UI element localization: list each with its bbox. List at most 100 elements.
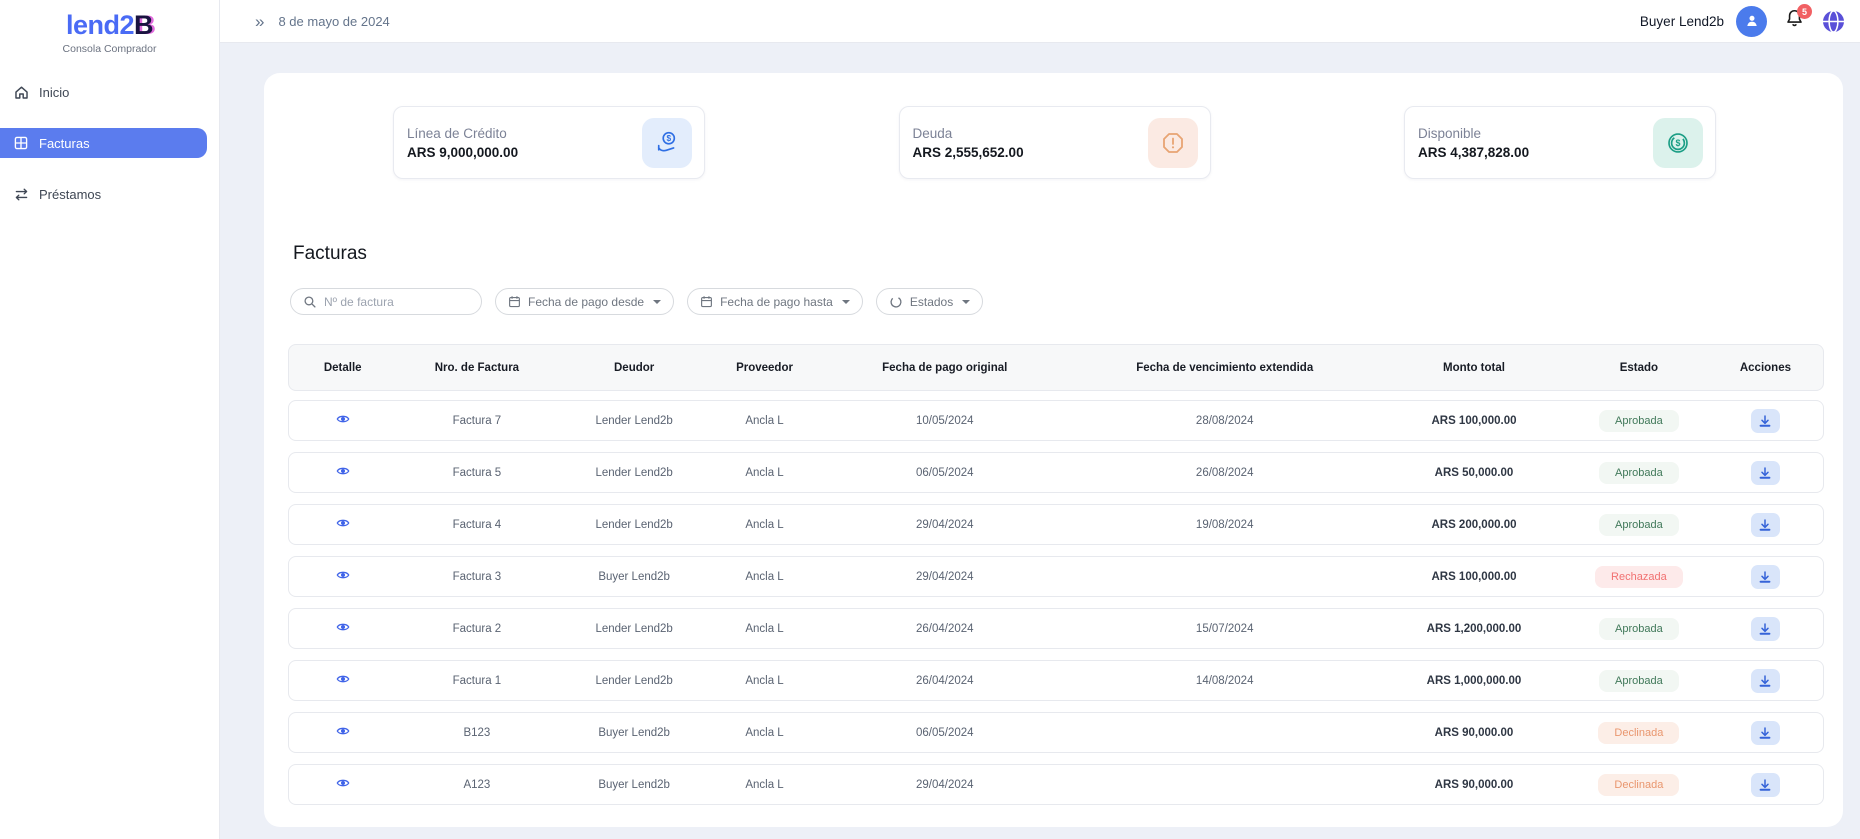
view-detail-button[interactable] bbox=[336, 464, 350, 478]
actions-cell bbox=[1708, 565, 1823, 589]
actions-cell bbox=[1708, 773, 1823, 797]
notification-badge: 5 bbox=[1797, 4, 1812, 19]
sidebar-item-label: Préstamos bbox=[39, 187, 101, 202]
download-button[interactable] bbox=[1751, 669, 1780, 693]
original-pay-date: 10/05/2024 bbox=[818, 415, 1071, 427]
invoice-number: Factura 7 bbox=[396, 415, 557, 427]
states-filter[interactable]: Estados bbox=[876, 288, 983, 315]
download-icon bbox=[1758, 466, 1772, 480]
invoice-number: Factura 5 bbox=[396, 467, 557, 479]
download-button[interactable] bbox=[1751, 565, 1780, 589]
invoices-table: Detalle Nro. de Factura Deudor Proveedor… bbox=[288, 344, 1824, 805]
chevron-down-icon bbox=[842, 300, 850, 304]
actions-cell bbox=[1708, 669, 1823, 693]
sidebar-item-prestamos[interactable]: Préstamos bbox=[0, 179, 219, 209]
table-row: Factura 4 Lender Lend2b Ancla L 29/04/20… bbox=[288, 504, 1824, 545]
grid-icon bbox=[12, 134, 30, 152]
eye-icon bbox=[336, 568, 350, 582]
available-card: Disponible ARS 4,387,828.00 $ bbox=[1404, 106, 1716, 179]
view-detail-button[interactable] bbox=[336, 776, 350, 790]
debtor: Buyer Lend2b bbox=[557, 571, 710, 583]
language-globe-button[interactable] bbox=[1821, 9, 1846, 34]
column-header: Monto total bbox=[1378, 362, 1570, 374]
logo-text: lend2B bbox=[0, 10, 219, 41]
download-button[interactable] bbox=[1751, 721, 1780, 745]
download-button[interactable] bbox=[1751, 617, 1780, 641]
invoice-number: B123 bbox=[396, 727, 557, 739]
table-header: Detalle Nro. de Factura Deudor Proveedor… bbox=[288, 344, 1824, 391]
column-header: Deudor bbox=[557, 362, 710, 374]
notifications-button[interactable]: 5 bbox=[1784, 8, 1805, 34]
summary-cards: Línea de Crédito ARS 9,000,000.00 $ Deud… bbox=[264, 73, 1843, 179]
home-icon bbox=[12, 83, 30, 101]
collapse-sidebar-icon[interactable]: » bbox=[255, 13, 264, 30]
original-pay-date: 26/04/2024 bbox=[818, 623, 1071, 635]
chevron-down-icon bbox=[653, 300, 661, 304]
credit-line-card: Línea de Crédito ARS 9,000,000.00 $ bbox=[393, 106, 705, 179]
date-from-filter[interactable]: Fecha de pago desde bbox=[495, 288, 674, 315]
date-to-label: Fecha de pago hasta bbox=[720, 295, 833, 309]
actions-cell bbox=[1708, 721, 1823, 745]
column-header: Fecha de pago original bbox=[818, 362, 1071, 374]
view-detail-button[interactable] bbox=[336, 620, 350, 634]
column-header: Fecha de vencimiento extendida bbox=[1071, 362, 1378, 374]
eye-icon bbox=[336, 724, 350, 738]
invoice-number: Factura 2 bbox=[396, 623, 557, 635]
view-detail-button[interactable] bbox=[336, 568, 350, 582]
view-detail-button[interactable] bbox=[336, 516, 350, 530]
table-row: Factura 3 Buyer Lend2b Ancla L 29/04/202… bbox=[288, 556, 1824, 597]
main-column: » 8 de mayo de 2024 Buyer Lend2b 5 bbox=[220, 0, 1860, 839]
eye-icon bbox=[336, 776, 350, 790]
download-button[interactable] bbox=[1751, 409, 1780, 433]
column-header: Nro. de Factura bbox=[396, 362, 557, 374]
sidebar-item-facturas[interactable]: Facturas bbox=[0, 128, 207, 158]
debtor: Lender Lend2b bbox=[557, 415, 710, 427]
current-date: 8 de mayo de 2024 bbox=[278, 14, 389, 29]
status-badge: Aprobada bbox=[1599, 410, 1679, 432]
table-row: Factura 7 Lender Lend2b Ancla L 10/05/20… bbox=[288, 400, 1824, 441]
debtor: Buyer Lend2b bbox=[557, 727, 710, 739]
hand-coin-icon: $ bbox=[642, 118, 692, 168]
provider: Ancla L bbox=[711, 779, 818, 791]
status-cell: Aprobada bbox=[1570, 410, 1708, 432]
download-button[interactable] bbox=[1751, 513, 1780, 537]
search-input[interactable] bbox=[324, 295, 469, 309]
search-icon bbox=[303, 295, 317, 309]
column-header: Detalle bbox=[289, 362, 396, 374]
original-pay-date: 06/05/2024 bbox=[818, 467, 1071, 479]
table-row: Factura 5 Lender Lend2b Ancla L 06/05/20… bbox=[288, 452, 1824, 493]
eye-icon bbox=[336, 412, 350, 426]
user-avatar[interactable] bbox=[1736, 6, 1767, 37]
debt-card: Deuda ARS 2,555,652.00 bbox=[899, 106, 1211, 179]
alert-octagon-icon bbox=[1148, 118, 1198, 168]
download-icon bbox=[1758, 570, 1772, 584]
view-detail-button[interactable] bbox=[336, 412, 350, 426]
extended-due-date: 26/08/2024 bbox=[1071, 467, 1378, 479]
debtor: Lender Lend2b bbox=[557, 519, 710, 531]
status-circle-icon bbox=[889, 295, 903, 309]
detail-cell bbox=[289, 776, 396, 793]
detail-cell bbox=[289, 516, 396, 533]
sidebar-item-label: Inicio bbox=[39, 85, 69, 100]
logo-subtitle: Consola Comprador bbox=[0, 43, 219, 55]
total-amount: ARS 50,000.00 bbox=[1378, 467, 1570, 479]
original-pay-date: 26/04/2024 bbox=[818, 675, 1071, 687]
person-icon bbox=[1743, 12, 1761, 30]
sidebar-nav: Inicio Facturas Préstamos bbox=[0, 77, 219, 209]
date-to-filter[interactable]: Fecha de pago hasta bbox=[687, 288, 863, 315]
status-cell: Declinada bbox=[1570, 774, 1708, 796]
invoice-rows: Factura 7 Lender Lend2b Ancla L 10/05/20… bbox=[288, 400, 1824, 805]
table-row: Factura 1 Lender Lend2b Ancla L 26/04/20… bbox=[288, 660, 1824, 701]
total-amount: ARS 90,000.00 bbox=[1378, 727, 1570, 739]
svg-text:$: $ bbox=[666, 134, 671, 143]
download-button[interactable] bbox=[1751, 461, 1780, 485]
debtor: Lender Lend2b bbox=[557, 467, 710, 479]
invoice-search[interactable] bbox=[290, 288, 482, 315]
status-cell: Aprobada bbox=[1570, 670, 1708, 692]
view-detail-button[interactable] bbox=[336, 724, 350, 738]
sidebar-item-inicio[interactable]: Inicio bbox=[0, 77, 219, 107]
download-icon bbox=[1758, 414, 1772, 428]
download-button[interactable] bbox=[1751, 773, 1780, 797]
actions-cell bbox=[1708, 409, 1823, 433]
view-detail-button[interactable] bbox=[336, 672, 350, 686]
